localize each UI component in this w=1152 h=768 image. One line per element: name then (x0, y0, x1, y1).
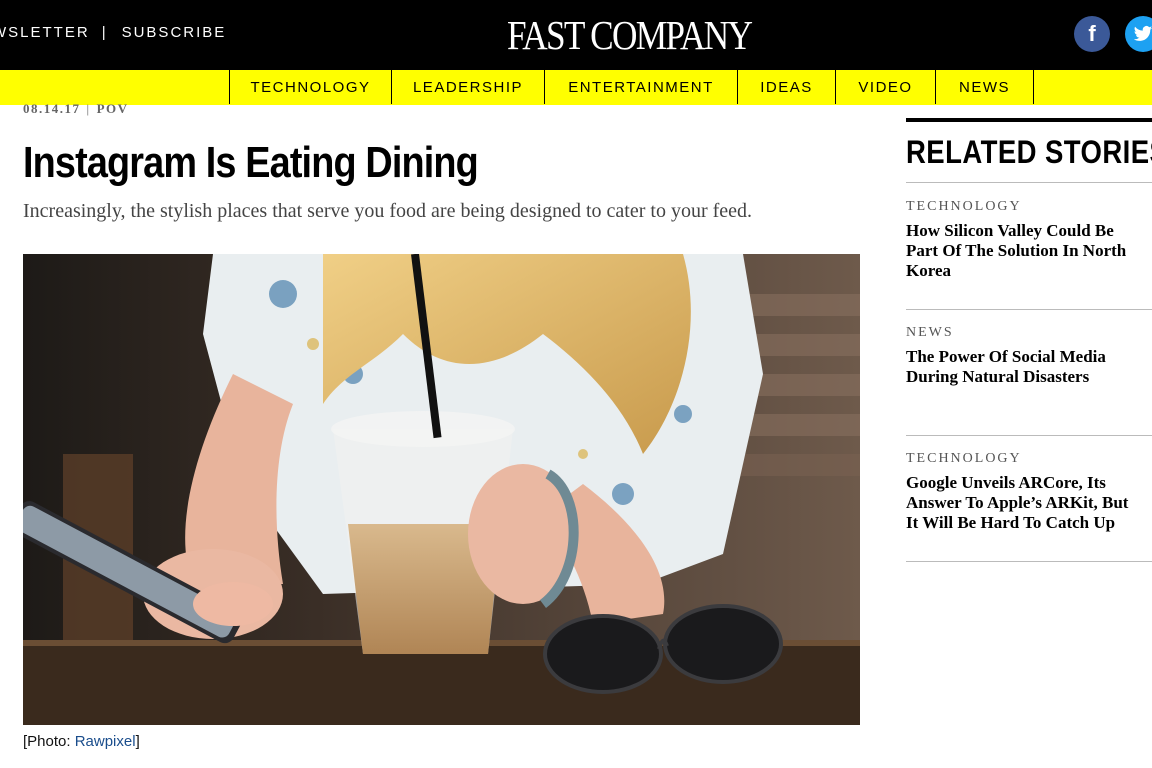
related-stories-heading: RELATED STORIES (906, 134, 1152, 170)
related-story-category[interactable]: NEWS (906, 325, 1152, 341)
sidebar-divider (906, 182, 1152, 183)
nav-item-news[interactable]: NEWS (935, 70, 1034, 104)
sidebar-top-rule (906, 118, 1152, 122)
hero-photo-illustration (23, 254, 860, 725)
related-story-category[interactable]: TECHNOLOGY (906, 199, 1152, 215)
related-story-title[interactable]: How Silicon Valley Could Be Part Of The … (906, 221, 1152, 281)
article-headline: Instagram Is Eating Dining (23, 138, 479, 187)
section-nav: TECHNOLOGY LEADERSHIP ENTERTAINMENT IDEA… (0, 70, 1152, 105)
article-hero-photo (23, 254, 860, 725)
caption-prefix: [Photo: (23, 733, 75, 750)
section-nav-items: TECHNOLOGY LEADERSHIP ENTERTAINMENT IDEA… (229, 70, 1034, 105)
related-story[interactable]: NEWS The Power Of Social Media During Na… (906, 325, 1152, 387)
twitter-icon[interactable] (1125, 16, 1152, 52)
nav-item-technology[interactable]: TECHNOLOGY (229, 70, 391, 104)
photo-credit-link[interactable]: Rawpixel (75, 733, 136, 750)
nav-item-leadership[interactable]: LEADERSHIP (391, 70, 544, 104)
meta-separator: | (86, 101, 91, 116)
sidebar-divider (906, 435, 1152, 436)
nav-item-entertainment[interactable]: ENTERTAINMENT (544, 70, 737, 104)
related-story[interactable]: TECHNOLOGY Google Unveils ARCore, Its An… (906, 451, 1152, 533)
top-links-separator: | (101, 24, 108, 41)
nav-item-video[interactable]: VIDEO (835, 70, 935, 104)
facebook-icon[interactable]: f (1074, 16, 1110, 52)
sidebar-divider (906, 309, 1152, 310)
article-dek: Increasingly, the stylish places that se… (23, 200, 753, 222)
related-story[interactable]: TECHNOLOGY How Silicon Valley Could Be P… (906, 199, 1152, 281)
related-story-category[interactable]: TECHNOLOGY (906, 451, 1152, 467)
related-story-title[interactable]: Google Unveils ARCore, Its Answer To App… (906, 473, 1152, 533)
top-links: WSLETTER | SUBSCRIBE (0, 24, 226, 41)
twitter-bird-icon (1133, 26, 1152, 41)
sidebar-divider (906, 561, 1152, 562)
top-bar: WSLETTER | SUBSCRIBE FAST COMPANY f (0, 0, 1152, 70)
article-meta: 08.14.17 | POV (23, 101, 129, 117)
fast-company-logo[interactable]: FAST COMPANY (507, 12, 753, 58)
article-date: 08.14.17 (23, 101, 81, 116)
photo-caption: [Photo: Rawpixel] (23, 733, 140, 750)
article-section[interactable]: POV (97, 101, 129, 116)
nav-item-ideas[interactable]: IDEAS (737, 70, 835, 104)
subscribe-link[interactable]: SUBSCRIBE (122, 24, 227, 41)
caption-suffix: ] (135, 733, 140, 750)
related-story-title[interactable]: The Power Of Social Media During Natural… (906, 347, 1152, 387)
newsletter-link[interactable]: WSLETTER (0, 24, 90, 41)
